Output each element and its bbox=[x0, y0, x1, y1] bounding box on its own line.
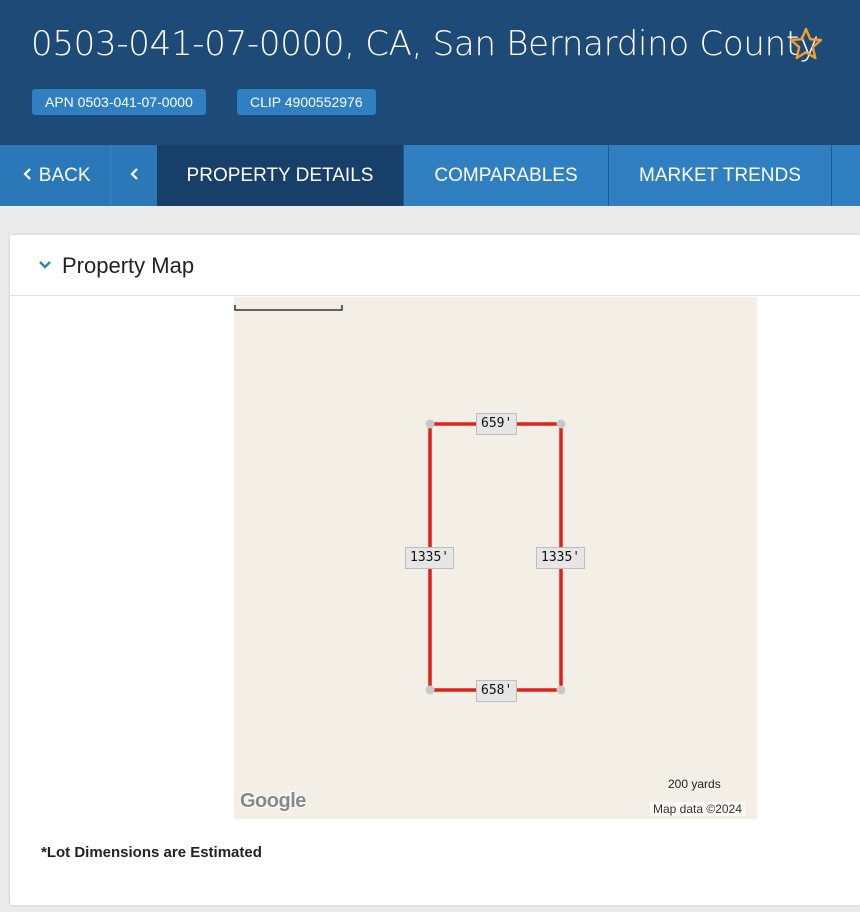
map-attribution: Map data ©2024 bbox=[650, 802, 745, 816]
tab-comparables[interactable]: COMPARABLES bbox=[404, 145, 608, 206]
tab-divider bbox=[831, 145, 832, 206]
vertex-marker bbox=[556, 685, 566, 695]
previous-tab-button[interactable] bbox=[112, 145, 157, 206]
tab-property-details[interactable]: PROPERTY DETAILS bbox=[157, 145, 403, 206]
back-label: BACK bbox=[38, 165, 91, 186]
lot-boundary bbox=[425, 419, 566, 695]
lot-dimensions-note: *Lot Dimensions are Estimated bbox=[41, 844, 262, 861]
page-title: 0503-041-07-0000, CA, San Bernardino Cou… bbox=[31, 24, 819, 64]
vertex-marker bbox=[425, 685, 435, 695]
scale-label: 200 yards bbox=[668, 777, 721, 791]
vertex-marker bbox=[425, 419, 435, 429]
property-map[interactable]: 659' 1335' 1335' 658' Google 200 yards M… bbox=[234, 297, 757, 819]
vertex-marker bbox=[556, 419, 566, 429]
tab-market-trends[interactable]: MARKET TRENDS bbox=[609, 145, 831, 206]
property-header: 0503-041-07-0000, CA, San Bernardino Cou… bbox=[0, 0, 860, 145]
card-header[interactable]: Property Map bbox=[10, 235, 860, 296]
card-title: Property Map bbox=[62, 253, 195, 278]
dimension-top: 659' bbox=[476, 413, 518, 435]
apn-badge: APN 0503-041-07-0000 bbox=[32, 89, 206, 115]
tab-bar: BACK PROPERTY DETAILS COMPARABLES MARKET… bbox=[0, 145, 860, 206]
dimension-bottom: 658' bbox=[476, 680, 518, 702]
back-button[interactable]: BACK bbox=[0, 145, 110, 206]
star-icon[interactable] bbox=[788, 26, 824, 62]
google-logo: Google bbox=[240, 790, 306, 812]
chevron-left-icon bbox=[23, 168, 32, 180]
dimension-left: 1335' bbox=[405, 547, 455, 569]
chevron-left-icon bbox=[129, 168, 138, 180]
chevron-down-icon[interactable] bbox=[38, 260, 52, 270]
scale-bar bbox=[234, 305, 343, 311]
property-map-card: Property Map 659' 1335' 1335' 658' Googl… bbox=[10, 235, 860, 905]
dimension-right: 1335' bbox=[536, 547, 586, 569]
clip-badge: CLIP 4900552976 bbox=[237, 89, 376, 115]
